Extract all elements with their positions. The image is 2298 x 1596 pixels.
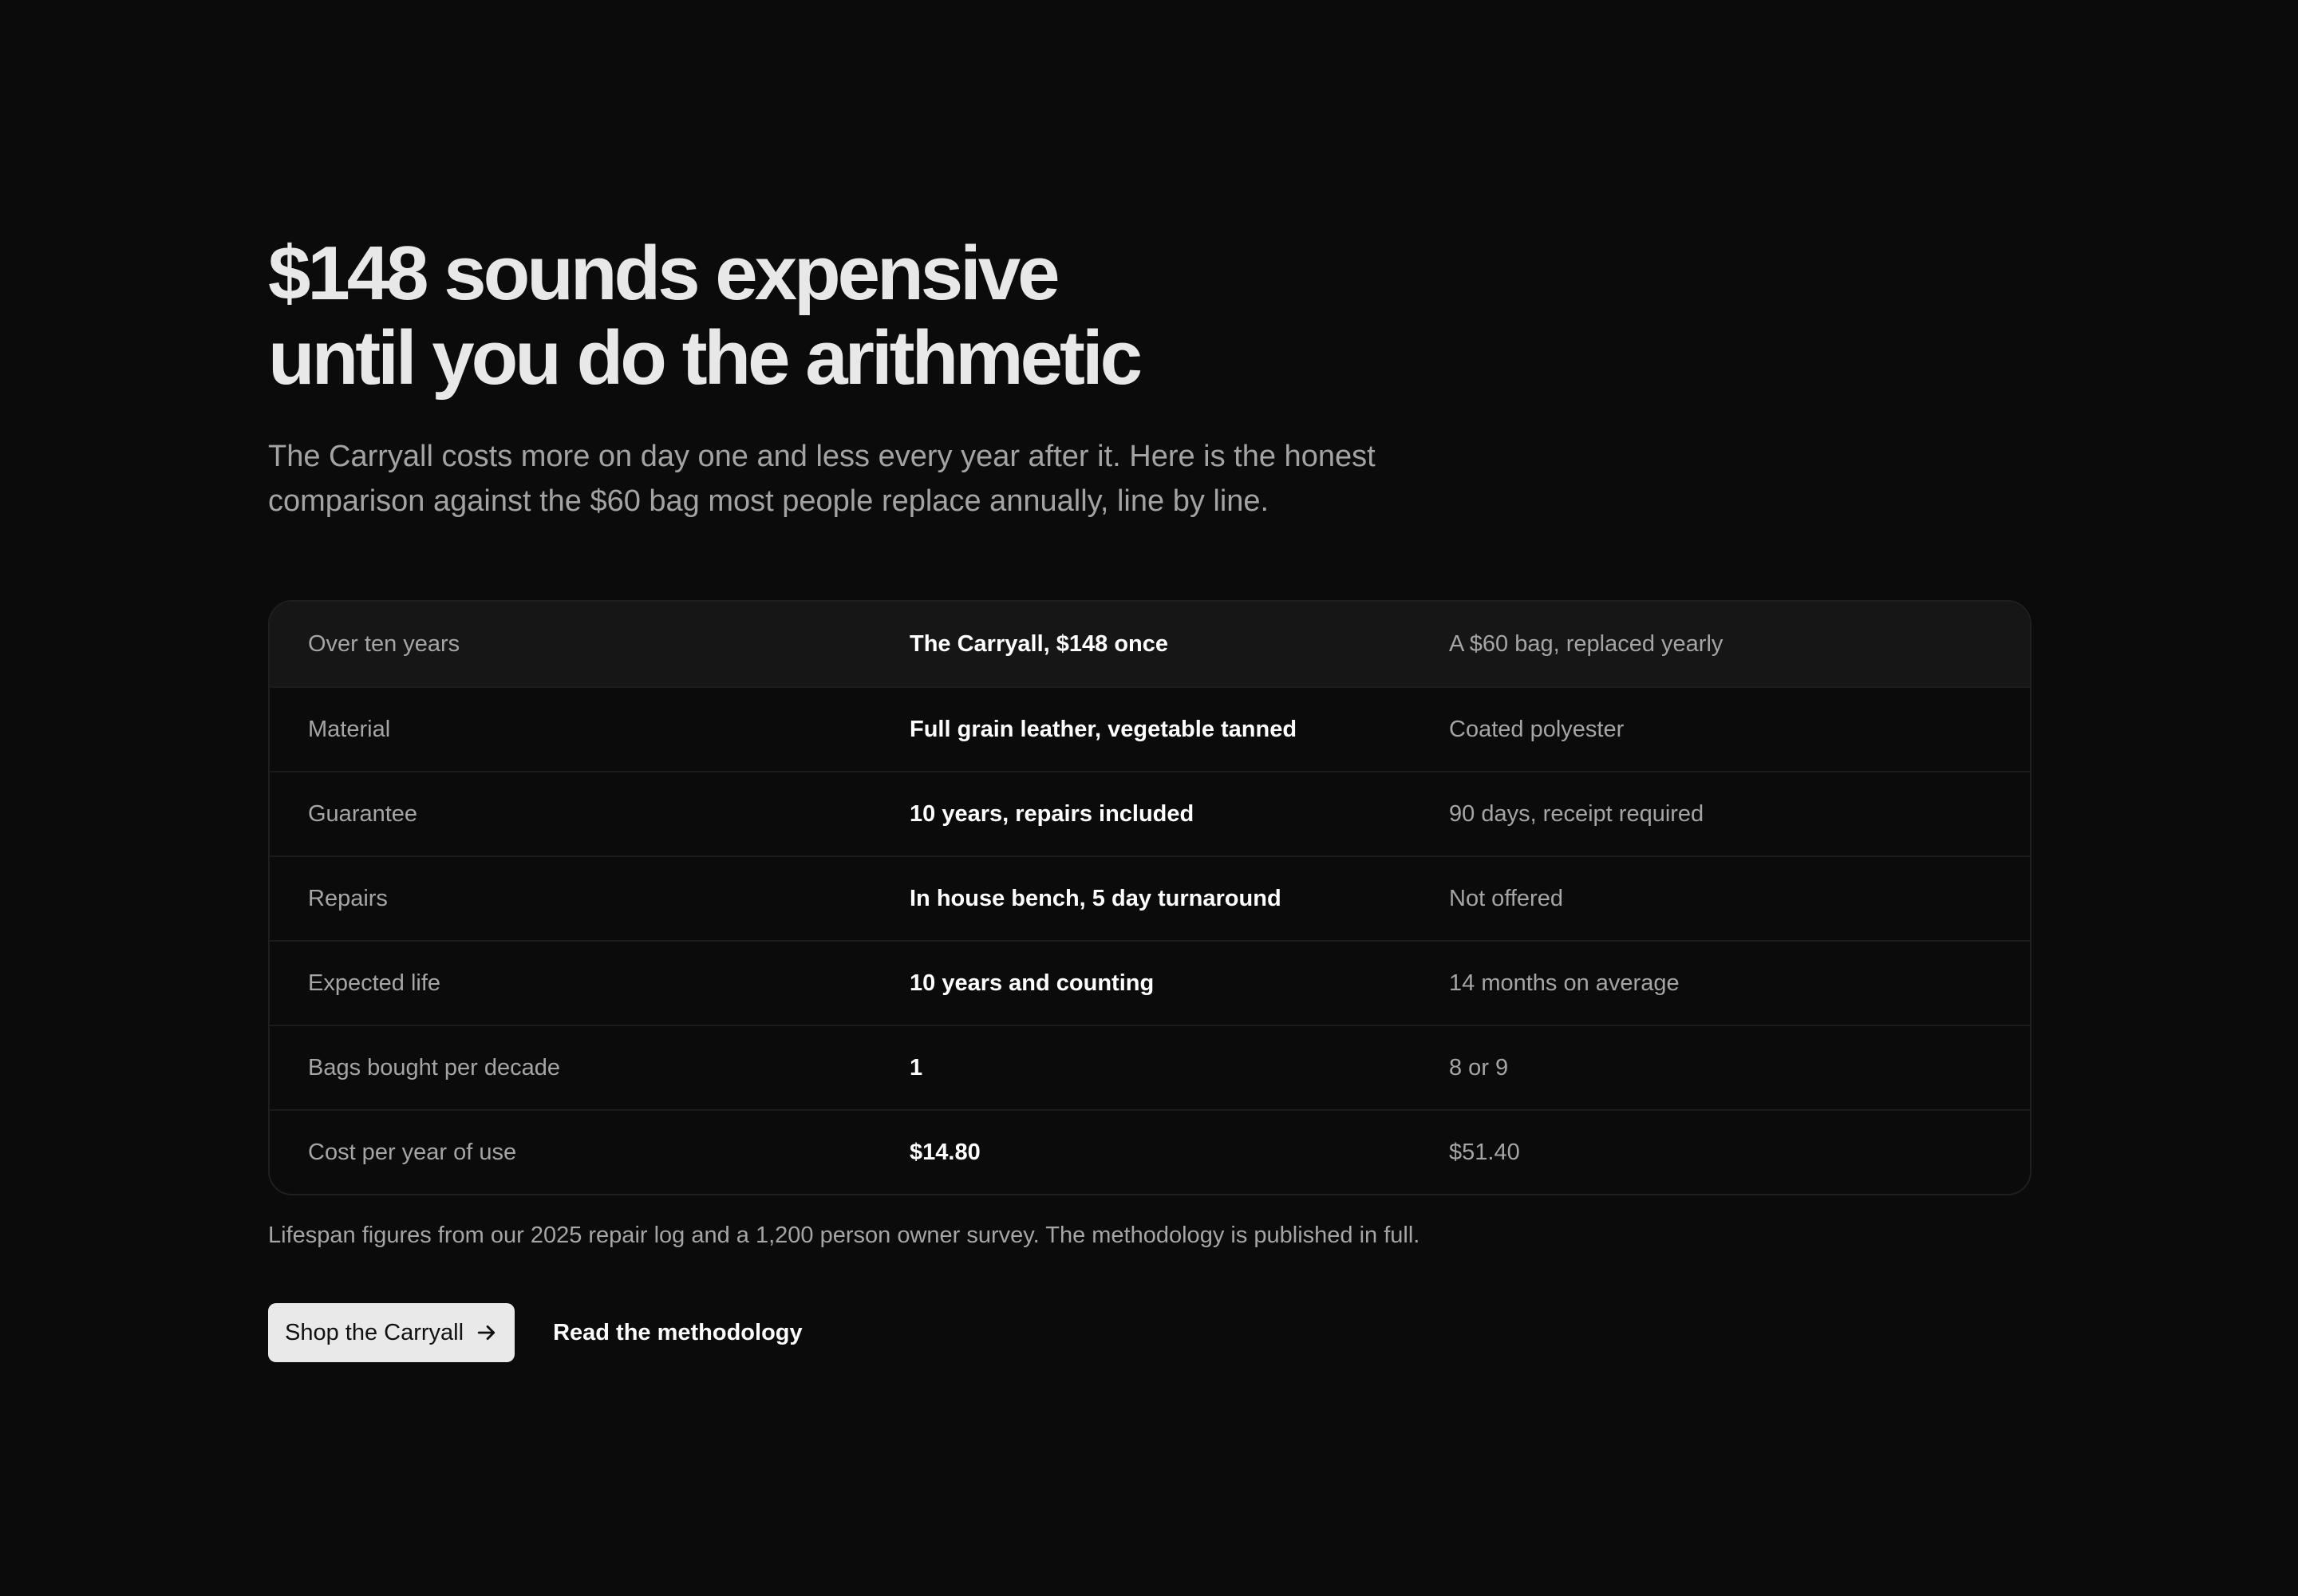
header-cell-cheap-bag: A $60 bag, replaced yearly [1449,630,1724,657]
carryall-value: $14.80 [910,1139,981,1165]
carryall-value: 10 years and counting [910,970,1155,996]
comparison-table: Over ten years The Carryall, $148 once A… [268,600,2031,1195]
read-methodology-link[interactable]: Read the methodology [553,1320,803,1346]
header-cell-carryall: The Carryall, $148 once [910,630,1168,657]
carryall-value: 10 years, repairs included [910,800,1194,827]
cheap-bag-value: 90 days, receipt required [1449,800,1704,827]
table-row: Material Full grain leather, vegetable t… [270,686,2030,771]
table-row: Cost per year of use $14.80 $51.40 [270,1109,2030,1194]
cta-group: Shop the Carryall Read the methodology [268,1303,2030,1362]
shop-button-label: Shop the Carryall [285,1319,464,1345]
cheap-bag-value: Not offered [1449,885,1563,911]
carryall-value: In house bench, 5 day turnaround [910,885,1281,911]
cheap-bag-value: $51.40 [1449,1139,1520,1165]
intro-paragraph: The Carryall costs more on day one and l… [268,440,1376,518]
table-row: Expected life 10 years and counting 14 m… [270,940,2030,1025]
row-label: Bags bought per decade [308,1054,561,1080]
cheap-bag-value: 14 months on average [1449,970,1680,996]
row-label: Expected life [308,970,441,996]
arrow-right-icon [477,1325,496,1340]
cheap-bag-value: Coated polyester [1449,716,1625,742]
table-row: Bags bought per decade 1 8 or 9 [270,1025,2030,1109]
footnote: Lifespan figures from our 2025 repair lo… [268,1223,1420,1248]
comparison-section: $148 sounds expensive until you do the a… [268,231,2031,1362]
page-title-line-2: until you do the arithmetic [268,315,1143,401]
table-row: Guarantee 10 years, repairs included 90 … [270,771,2030,855]
row-label: Cost per year of use [308,1139,517,1165]
table-row: Repairs In house bench, 5 day turnaround… [270,855,2030,940]
shop-carryall-button[interactable]: Shop the Carryall [268,1303,515,1362]
carryall-value: Full grain leather, vegetable tanned [910,716,1297,742]
row-label: Material [308,716,391,742]
table-header-row: Over ten years The Carryall, $148 once A… [270,602,2030,686]
row-label: Guarantee [308,800,418,827]
page-title: $148 sounds expensive until you do the a… [268,231,2030,401]
page-title-line-1: $148 sounds expensive [268,231,1060,316]
carryall-value: 1 [910,1054,923,1080]
header-cell-aspect: Over ten years [308,630,460,657]
row-label: Repairs [308,885,388,911]
cheap-bag-value: 8 or 9 [1449,1054,1509,1080]
